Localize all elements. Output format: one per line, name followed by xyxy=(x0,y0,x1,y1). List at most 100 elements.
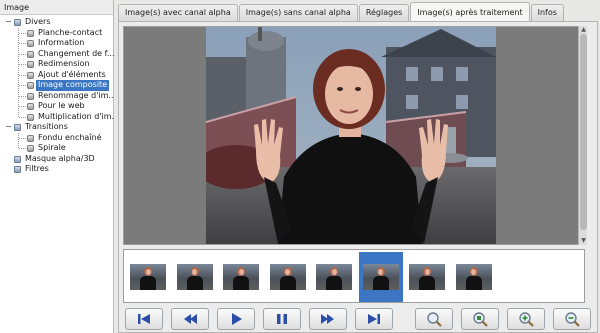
scroll-up-icon[interactable]: ▲ xyxy=(579,26,588,34)
tree-connector xyxy=(19,43,26,44)
play-icon xyxy=(232,313,242,325)
fast-forward-icon xyxy=(321,314,334,324)
main-panel: Image(s) avec canal alpha Image(s) sans c… xyxy=(118,2,598,333)
thumbnail-image xyxy=(269,264,306,290)
tree-item[interactable]: − Divers xyxy=(0,17,114,28)
module-icon xyxy=(27,71,34,79)
tree-connector xyxy=(19,148,26,149)
last-button[interactable] xyxy=(355,308,393,330)
pause-icon xyxy=(277,314,287,324)
thumbnail-image xyxy=(455,264,492,290)
zoom-in-button[interactable] xyxy=(507,308,545,330)
thumbnail-figure xyxy=(419,276,435,290)
viewer-vertical-scrollbar[interactable]: ▲ ▼ xyxy=(578,26,587,245)
tree-item-label: Pour le web xyxy=(38,101,85,110)
filmstrip-thumbnail[interactable] xyxy=(405,252,449,302)
tree-connector xyxy=(19,137,26,139)
filmstrip-thumbnail[interactable] xyxy=(126,252,170,302)
collapse-icon[interactable]: − xyxy=(5,122,12,133)
thumbnail-figure xyxy=(192,269,197,275)
tree-connector xyxy=(19,106,26,107)
play-button[interactable] xyxy=(217,308,255,330)
pause-button[interactable] xyxy=(263,308,301,330)
thumbnail-figure xyxy=(465,276,482,290)
composite-photo xyxy=(206,27,496,244)
viewer-scroll-thumb[interactable] xyxy=(580,34,587,230)
tree-connector xyxy=(19,116,26,118)
thumbnail-figure xyxy=(424,269,430,275)
tab[interactable]: Infos xyxy=(530,4,564,21)
filmstrip-thumbnail[interactable] xyxy=(219,252,263,302)
thumbnail-image xyxy=(223,264,259,290)
filmstrip-thumbnail[interactable] xyxy=(452,252,496,302)
tree-item-label: Filtres xyxy=(25,164,49,173)
tree-item-label: Planche-contact xyxy=(38,27,103,37)
folder-icon xyxy=(14,166,21,173)
tree-connector xyxy=(19,85,26,86)
tree-item-label: Spirale xyxy=(38,143,66,152)
tree-item[interactable]: − Transitions xyxy=(0,122,114,133)
scroll-down-icon[interactable]: ▼ xyxy=(579,237,588,245)
tree-connector xyxy=(19,74,26,76)
tab-bar: Image(s) avec canal alpha Image(s) sans c… xyxy=(118,2,565,21)
thumbnail-figure xyxy=(279,276,296,290)
image-viewer xyxy=(123,26,585,245)
filmstrip-thumbnail[interactable] xyxy=(173,252,217,302)
tab[interactable]: Réglages xyxy=(358,4,410,21)
collapse-icon[interactable]: − xyxy=(5,17,12,28)
folder-icon xyxy=(14,155,21,163)
filmstrip-thumbnail[interactable] xyxy=(358,252,403,302)
tree-panel: Image − Divers Planche-contact Information C… xyxy=(0,0,114,333)
tab[interactable]: Image(s) sans canal alpha xyxy=(238,4,358,21)
module-icon xyxy=(27,113,34,121)
thumbnail-figure xyxy=(372,276,389,290)
module-icon xyxy=(27,134,34,142)
tab[interactable]: Image(s) après traitement xyxy=(410,2,530,21)
tree-item[interactable]: Masque alpha/3D xyxy=(0,154,114,165)
folder-icon xyxy=(14,19,21,26)
tree-item-label: Fondu enchaîné xyxy=(38,132,102,142)
tree-item-label: Multiplication d'im... xyxy=(38,111,114,121)
zoom-fit-button[interactable] xyxy=(415,308,453,330)
thumbnail-image xyxy=(130,264,166,290)
tree-item-label: Information xyxy=(38,38,85,47)
skip-to-start-icon xyxy=(138,314,150,324)
module-icon xyxy=(27,92,34,100)
zoom-original-icon xyxy=(473,312,488,327)
composite-preview-image xyxy=(206,27,496,244)
tree-connector xyxy=(18,27,19,117)
thumbnail-figure xyxy=(285,269,290,275)
zoom-out-button[interactable] xyxy=(553,308,591,330)
tree-connector xyxy=(19,64,26,65)
first-button[interactable] xyxy=(125,308,163,330)
thumbnail-image xyxy=(316,264,352,290)
tab[interactable]: Image(s) avec canal alpha xyxy=(118,4,238,21)
thumbnail-figure xyxy=(233,276,249,290)
tree-item-label: Changement de f... xyxy=(38,48,114,58)
thumbnail-figure xyxy=(471,269,476,275)
tree-item-label: Ajout d'éléments xyxy=(38,69,106,79)
zoom-fit-icon xyxy=(427,312,442,327)
module-icon xyxy=(27,61,34,68)
filmstrip-thumbnail[interactable] xyxy=(266,252,310,302)
tree-connector xyxy=(19,32,26,34)
module-icon xyxy=(27,82,34,89)
thumbnail-figure xyxy=(378,269,383,275)
tree-connector xyxy=(19,95,26,97)
folder-icon xyxy=(14,124,21,131)
rewind-button[interactable] xyxy=(171,308,209,330)
filmstrip-thumbnail[interactable] xyxy=(312,252,356,302)
tree-item-label: Masque alpha/3D xyxy=(25,153,95,163)
zoom-original-button[interactable] xyxy=(461,308,499,330)
filmstrip xyxy=(123,249,585,303)
thumbnail-figure xyxy=(238,269,244,275)
thumbnail-figure xyxy=(140,276,156,290)
tree-item-label: Renommage d'im... xyxy=(38,90,114,100)
module-icon xyxy=(27,103,34,110)
fast-forward-button[interactable] xyxy=(309,308,347,330)
thumbnail-image xyxy=(362,264,399,290)
tree-item-label: Divers xyxy=(25,17,51,26)
skip-to-end-icon xyxy=(368,314,380,324)
zoom-in-icon xyxy=(519,312,534,327)
tree-item[interactable]: Filtres xyxy=(0,164,114,175)
